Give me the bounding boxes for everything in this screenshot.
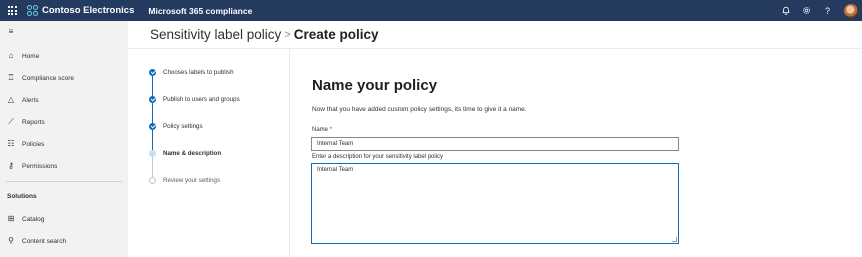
description-label: Enter a description for your sensitivity… — [312, 154, 444, 160]
nav-item-reports[interactable]: ⟋ Reports — [0, 114, 128, 130]
step-publish-users[interactable]: Publish to users and groups — [149, 96, 240, 103]
description-textarea[interactable]: Internal Team — [311, 163, 679, 244]
step-label: Name & description — [163, 150, 222, 157]
top-bar: Contoso Electronics Microsoft 365 compli… — [0, 0, 862, 21]
name-input-value: Internal Team — [317, 141, 354, 147]
step-review[interactable]: Review your settings — [149, 177, 220, 184]
nav-item-label: Compliance score — [22, 74, 75, 82]
brand[interactable]: Contoso Electronics — [27, 5, 134, 16]
step-name-description[interactable]: Name & description — [149, 150, 221, 157]
sliders-icon: ☷ — [7, 139, 15, 148]
nav-item-permissions[interactable]: ⚷ Permissions — [0, 158, 128, 174]
nav-item-catalog[interactable]: ⊞ Catalog — [0, 211, 128, 227]
current-step-icon — [149, 150, 156, 157]
breadcrumb-separator-icon: > — [284, 28, 291, 41]
form-panel: Name your policy Now that you have added… — [291, 49, 862, 257]
required-mark: * — [329, 127, 333, 133]
nav-item-label: Home — [22, 52, 40, 60]
app-name[interactable]: Microsoft 365 compliance — [148, 6, 252, 16]
step-connector — [152, 76, 153, 97]
name-label-text: Name — [312, 127, 329, 133]
nav-item-label: Policies — [22, 140, 45, 148]
key-icon: ⚷ — [8, 161, 14, 170]
wizard-steps: Chooses labels to publish Publish to use… — [128, 49, 290, 257]
nav-item-content-search[interactable]: ⚲ Content search — [0, 233, 128, 249]
bell-icon[interactable] — [775, 0, 796, 21]
step-connector — [152, 103, 153, 124]
nav-item-label: Catalog — [22, 215, 45, 223]
search-icon: ⚲ — [8, 236, 14, 245]
step-choose-labels[interactable]: Chooses labels to publish — [149, 69, 234, 76]
nav-item-compliance-score[interactable]: ♖ Compliance score — [0, 70, 128, 86]
left-nav: ≡ ⌂ Home ♖ Compliance score △ Alerts ⟋ R… — [0, 21, 128, 257]
avatar[interactable] — [844, 3, 858, 18]
trophy-icon: ♖ — [7, 73, 15, 82]
contoso-logo-icon — [27, 5, 38, 16]
nav-item-label: Alerts — [22, 96, 39, 104]
step-label: Review your settings — [163, 177, 221, 184]
name-input[interactable]: Internal Team — [311, 137, 679, 151]
page-title: Create policy — [293, 27, 379, 42]
step-connector — [152, 157, 153, 178]
description-value: Internal Team — [317, 167, 354, 173]
nav-section-title: Solutions — [7, 193, 37, 200]
pending-step-icon — [149, 177, 156, 184]
step-connector — [152, 130, 153, 151]
gear-icon[interactable] — [796, 0, 817, 21]
nav-item-alerts[interactable]: △ Alerts — [0, 92, 128, 108]
step-label: Chooses labels to publish — [163, 69, 234, 76]
page-header: Sensitivity label policy > Create policy — [128, 21, 862, 49]
check-icon — [149, 69, 156, 76]
home-icon: ⌂ — [8, 51, 14, 60]
brand-name: Contoso Electronics — [42, 5, 135, 16]
nav-collapse[interactable]: ≡ — [0, 24, 128, 40]
name-label: Name * — [312, 127, 332, 133]
nav-item-label: Reports — [22, 118, 45, 126]
alert-icon: △ — [7, 95, 15, 104]
resize-handle-icon[interactable] — [672, 237, 677, 242]
hamburger-icon[interactable]: ≡ — [6, 28, 16, 36]
step-policy-settings[interactable]: Policy settings — [149, 123, 203, 130]
catalog-icon: ⊞ — [7, 214, 15, 223]
step-label: Policy settings — [163, 123, 203, 130]
nav-divider — [6, 181, 122, 182]
nav-item-policies[interactable]: ☷ Policies — [0, 136, 128, 152]
chart-icon: ⟋ — [8, 117, 14, 126]
breadcrumb-parent[interactable]: Sensitivity label policy — [150, 27, 281, 42]
nav-item-label: Content search — [22, 237, 67, 245]
form-title: Name your policy — [312, 77, 438, 94]
nav-item-label: Permissions — [22, 162, 58, 170]
check-icon — [149, 96, 156, 103]
check-icon — [149, 123, 156, 130]
nav-item-home[interactable]: ⌂ Home — [0, 48, 128, 64]
waffle-icon[interactable] — [2, 0, 22, 21]
step-label: Publish to users and groups — [163, 96, 240, 103]
help-icon[interactable]: ? — [817, 0, 838, 21]
form-description: Now that you have added custom policy se… — [312, 106, 527, 113]
